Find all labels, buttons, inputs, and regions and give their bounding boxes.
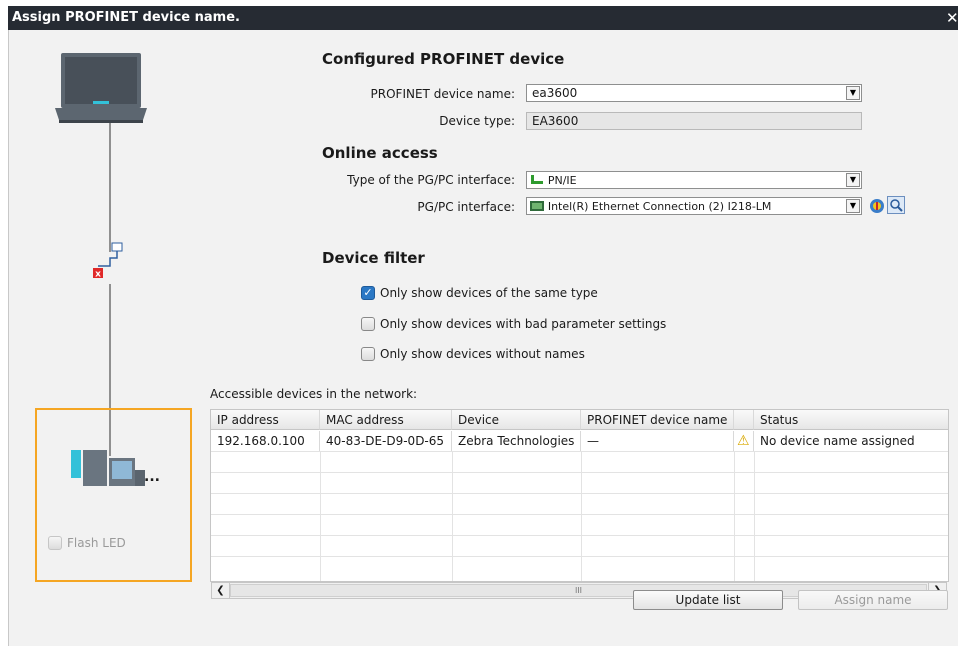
checkbox-unchecked[interactable]: [361, 346, 375, 361]
device-type-value: EA3600: [532, 114, 579, 128]
column-divider: [452, 451, 453, 581]
diagnostics-icon[interactable]: [869, 198, 885, 214]
configured-header: Configured PROFINET device: [322, 50, 565, 68]
update-list-button[interactable]: Update list: [633, 590, 783, 610]
accessible-devices-label: Accessible devices in the network:: [210, 387, 418, 401]
column-header[interactable]: Status: [754, 410, 948, 430]
network-adapter-icon: x: [93, 242, 123, 280]
device-cell: Zebra Technologies: [452, 431, 581, 451]
row-divider: [211, 472, 948, 473]
dialog-body: x ... Flash LED Configured PROFINET devi…: [8, 30, 958, 646]
more-indicator: ...: [144, 469, 160, 485]
column-header[interactable]: MAC address: [320, 410, 452, 430]
pnie-icon: [531, 175, 543, 184]
device-name-label: PROFINET device name:: [370, 87, 515, 101]
warning-icon: ⚠: [734, 431, 754, 451]
profinet-name-cell: —: [581, 431, 734, 451]
scroll-grip: III: [574, 586, 583, 595]
interface-type-select[interactable]: PN/IE ▼: [526, 171, 862, 189]
device-type-label: Device type:: [439, 114, 515, 128]
ip-cell: 192.168.0.100: [211, 431, 320, 451]
search-device-icon[interactable]: [887, 196, 905, 214]
filter-no-names[interactable]: Only show devices without names: [361, 345, 585, 363]
filter-label: Only show devices with bad parameter set…: [380, 317, 667, 331]
assign-name-button[interactable]: Assign name: [798, 590, 948, 610]
checkbox-checked[interactable]: ✓: [361, 285, 375, 300]
flash-led-label: Flash LED: [67, 536, 126, 550]
mac-cell: 40-83-DE-D9-0D-65: [320, 431, 452, 451]
flash-led-box[interactable]: [48, 535, 62, 550]
device-type-field: EA3600: [526, 112, 862, 130]
chevron-down-icon[interactable]: ▼: [846, 86, 860, 100]
device-frame: [35, 408, 192, 582]
row-divider: [211, 535, 948, 536]
column-divider: [754, 451, 755, 581]
row-divider: [211, 451, 948, 452]
device-name-field[interactable]: ea3600 ▼: [526, 84, 862, 102]
device-filter-header: Device filter: [322, 249, 425, 267]
checkbox-unchecked[interactable]: [361, 316, 375, 331]
interface-value: Intel(R) Ethernet Connection (2) I218-LM: [547, 200, 772, 213]
interface-type-label: Type of the PG/PC interface:: [347, 173, 515, 187]
close-icon[interactable]: ✕: [946, 6, 958, 30]
column-header[interactable]: [734, 410, 754, 430]
table-row[interactable]: 192.168.0.100 40-83-DE-D9-0D-65 Zebra Te…: [211, 431, 948, 451]
flash-led-checkbox[interactable]: Flash LED: [48, 534, 126, 552]
online-access-header: Online access: [322, 144, 438, 162]
device-name-value: ea3600: [532, 86, 578, 100]
row-divider: [211, 514, 948, 515]
filter-label: Only show devices without names: [380, 347, 585, 361]
column-header[interactable]: PROFINET device name: [581, 410, 734, 430]
filter-same-type[interactable]: ✓ Only show devices of the same type: [361, 284, 598, 302]
window-title: Assign PROFINET device name.: [12, 10, 240, 25]
pg-computer-icon: [55, 53, 147, 123]
column-header[interactable]: IP address: [211, 410, 320, 430]
status-cell: No device name assigned: [760, 434, 915, 448]
title-bar: Assign PROFINET device name. ✕: [8, 6, 958, 30]
chevron-down-icon[interactable]: ▼: [846, 173, 860, 187]
row-divider: [211, 556, 948, 557]
column-divider: [581, 451, 582, 581]
app-window: Assign PROFINET device name. ✕ x ... Fla…: [0, 0, 958, 646]
filter-label: Only show devices of the same type: [380, 286, 598, 300]
chevron-down-icon[interactable]: ▼: [846, 199, 860, 213]
interface-label: PG/PC interface:: [417, 200, 515, 214]
scroll-left-button[interactable]: ❮: [212, 583, 230, 598]
column-header[interactable]: Device: [452, 410, 581, 430]
interface-select[interactable]: Intel(R) Ethernet Connection (2) I218-LM…: [526, 197, 862, 215]
interface-type-value: PN/IE: [547, 174, 577, 187]
column-divider: [320, 451, 321, 581]
row-divider: [211, 493, 948, 494]
column-divider: [734, 451, 735, 581]
nic-icon: [530, 201, 544, 211]
svg-text:x: x: [95, 270, 101, 280]
filter-bad-params[interactable]: Only show devices with bad parameter set…: [361, 315, 666, 333]
devices-table: IP address MAC address Device PROFINET d…: [210, 409, 949, 582]
